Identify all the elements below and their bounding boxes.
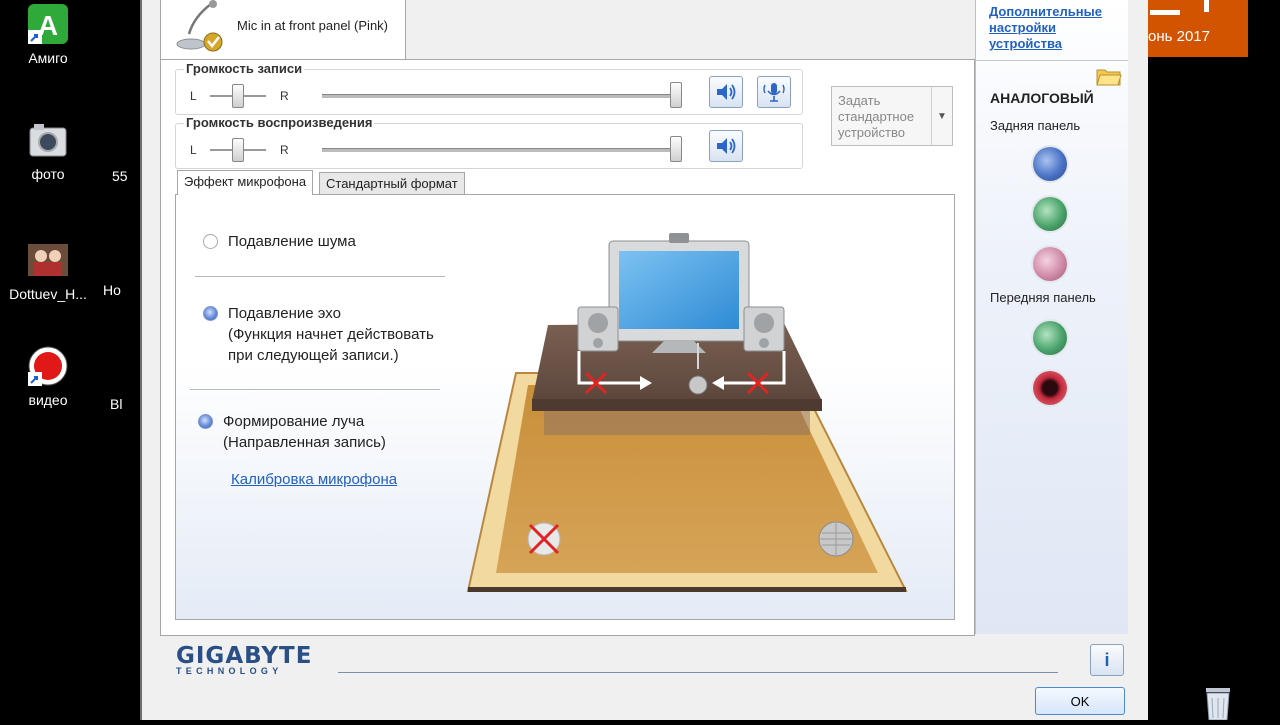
- gigabyte-logo: GIGABYTE TECHNOLOGY: [176, 643, 312, 676]
- analog-section-title: АНАЛОГОВЫЙ: [990, 90, 1094, 106]
- playback-volume-title: Громкость воспроизведения: [184, 115, 375, 130]
- mic-calibration-link[interactable]: Калибровка микрофона: [231, 471, 397, 488]
- rear-jack-pink[interactable]: [1033, 247, 1067, 281]
- echo-cancellation-radio[interactable]: [203, 306, 218, 321]
- set-default-label: Задать стандартное устройство: [838, 93, 915, 140]
- chevron-down-icon: ▼: [931, 87, 952, 145]
- front-panel-label: Передняя панель: [990, 290, 1096, 305]
- rear-jack-green[interactable]: [1033, 197, 1067, 231]
- speaker-icon: [717, 84, 736, 100]
- amigo-icon: A: [26, 2, 70, 46]
- photo-thumbnail-icon: [26, 238, 70, 282]
- echo-cancellation-label: Подавление эхо (Функция начнет действова…: [228, 303, 434, 366]
- set-default-device-dropdown[interactable]: Задать стандартное устройство ▼: [831, 86, 953, 146]
- beam-note-1: (Направленная запись): [223, 434, 386, 451]
- record-volume-slider[interactable]: [670, 82, 682, 108]
- record-mute-button[interactable]: [709, 76, 743, 108]
- front-jack-red[interactable]: [1033, 371, 1067, 405]
- audio-manager-window: Mic in at front panel (Pink) Громкость з…: [140, 0, 1148, 720]
- rear-panel-label: Задняя панель: [990, 118, 1081, 133]
- tab-mic-effect[interactable]: Эффект микрофона: [177, 170, 314, 195]
- front-jack-green[interactable]: [1033, 321, 1067, 355]
- playback-volume-slider[interactable]: [670, 136, 682, 162]
- info-button[interactable]: i: [1090, 644, 1124, 676]
- calendar-tile[interactable]: онь 2017: [1136, 0, 1248, 57]
- folder-icon[interactable]: [1096, 66, 1122, 86]
- divider: [190, 389, 440, 390]
- tile-bar-mark: [1204, 0, 1209, 12]
- speaker-icon: [717, 138, 736, 154]
- connector-panel: Дополнительные настройки устройства АНАЛ…: [975, 0, 1128, 634]
- advanced-settings-link[interactable]: Дополнительные настройки устройства: [989, 4, 1119, 52]
- mic-boost-button[interactable]: [757, 76, 791, 108]
- noise-suppression-radio[interactable]: [203, 234, 218, 249]
- tile-dash-mark: [1150, 0, 1180, 15]
- desktop-icon-label: Dottuev_H...: [9, 286, 87, 302]
- desktop-icon-label: видео: [28, 392, 68, 408]
- room-illustration: [466, 233, 908, 592]
- beamforming-radio[interactable]: [198, 414, 213, 429]
- desktop-icon-label: фото: [31, 166, 65, 182]
- rear-jack-blue[interactable]: [1033, 147, 1067, 181]
- divider: [195, 276, 445, 277]
- desktop-partial-label: Bl: [110, 396, 123, 412]
- desktop-icon-video[interactable]: видео: [8, 344, 88, 408]
- balance-right-label: R: [280, 143, 289, 157]
- device-tab-label: Mic in at front panel (Pink): [237, 18, 389, 33]
- desktop-partial-label: Ho: [103, 282, 121, 298]
- beam-label: Формирование луча: [223, 413, 365, 430]
- desktop-icon-label: Амиго: [28, 50, 68, 66]
- playback-volume-track: [322, 148, 676, 152]
- desktop-icon-amigo[interactable]: A Амиго: [8, 2, 88, 66]
- ok-button[interactable]: OK: [1035, 687, 1125, 715]
- echo-note-1: (Функция начнет действовать: [228, 326, 434, 343]
- microphone-icon: [175, 0, 225, 54]
- balance-left-label: L: [190, 89, 197, 103]
- desktop-partial-label: 55: [112, 168, 128, 184]
- device-tab-mic-front[interactable]: Mic in at front panel (Pink): [160, 0, 406, 60]
- divider: [976, 60, 1128, 61]
- footer-divider: [338, 672, 1058, 673]
- noise-suppression-label: Подавление шума: [228, 233, 356, 250]
- desktop-icon-dottuev[interactable]: Dottuev_H...: [8, 238, 88, 302]
- record-volume-track: [322, 94, 676, 98]
- beamforming-label: Формирование луча (Направленная запись): [223, 411, 386, 453]
- mic-boost-icon: [763, 83, 785, 102]
- echo-note-2: при следующей записи.): [228, 347, 399, 364]
- info-icon: i: [1104, 649, 1110, 670]
- tab-default-format[interactable]: Стандартный формат: [319, 172, 465, 195]
- record-volume-title: Громкость записи: [184, 61, 305, 76]
- mic-effect-panel: Подавление шума Подавление эхо (Функция …: [175, 194, 955, 620]
- main-panel: Громкость записи L R Громкость воспроизв…: [160, 59, 975, 636]
- record-balance-slider[interactable]: [232, 84, 244, 108]
- record-icon: [26, 344, 70, 388]
- desktop-icon-photo[interactable]: фото: [8, 118, 88, 182]
- playback-balance-slider[interactable]: [232, 138, 244, 162]
- balance-right-label: R: [280, 89, 289, 103]
- tile-date-text: онь 2017: [1148, 28, 1210, 45]
- recycle-bin-icon[interactable]: [1198, 684, 1238, 721]
- playback-mute-button[interactable]: [709, 130, 743, 162]
- echo-label: Подавление эхо: [228, 305, 341, 322]
- balance-left-label: L: [190, 143, 197, 157]
- camera-icon: [26, 118, 70, 162]
